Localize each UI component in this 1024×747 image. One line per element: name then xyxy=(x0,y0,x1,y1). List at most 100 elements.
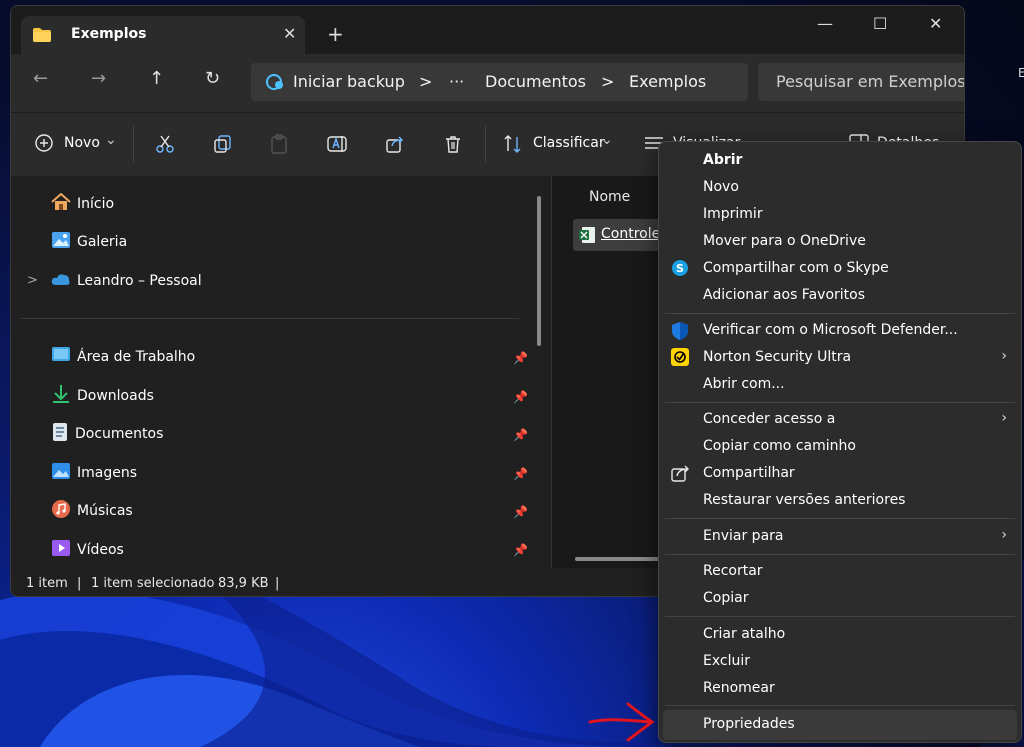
status-divider: | xyxy=(77,576,82,591)
menu-separator xyxy=(665,313,1015,314)
new-chevron-icon[interactable]: ⌄ xyxy=(105,132,117,148)
submenu-chevron-icon: › xyxy=(1001,348,1007,364)
sidebar-item-label: Galeria xyxy=(77,234,128,250)
pin-icon[interactable]: 📌 xyxy=(513,467,528,481)
menu-item-label: Copiar xyxy=(703,590,749,606)
toolbar-divider xyxy=(133,126,134,162)
menu-item-compartilhar[interactable]: Compartilhar xyxy=(659,461,1021,487)
menu-item-defender[interactable]: Verificar com o Microsoft Defender... xyxy=(659,318,1021,344)
breadcrumb-exemplos[interactable]: Exemplos xyxy=(629,72,706,91)
menu-item-mover-onedrive[interactable]: Mover para o OneDrive xyxy=(659,229,1021,255)
cut-icon[interactable] xyxy=(155,134,175,158)
breadcrumb-documentos[interactable]: Documentos xyxy=(485,72,586,91)
sort-chevron-icon[interactable]: ⌄ xyxy=(601,132,613,148)
menu-item-propriedades[interactable]: Propriedades xyxy=(663,710,1017,740)
sort-button[interactable]: Classificar xyxy=(533,135,605,151)
maximize-button[interactable]: ☐ xyxy=(873,14,887,33)
menu-item-novo[interactable]: Novo xyxy=(659,175,1021,201)
menu-item-label: Norton Security Ultra xyxy=(703,349,852,365)
menu-item-compartilhar-skype[interactable]: S Compartilhar com o Skype xyxy=(659,256,1021,282)
download-icon xyxy=(51,384,71,408)
tab-exemplos[interactable]: Exemplos ✕ xyxy=(21,16,305,54)
pin-icon[interactable]: 📌 xyxy=(513,390,528,404)
menu-item-conceder-acesso[interactable]: Conceder acesso a › xyxy=(659,407,1021,433)
tab-title: Exemplos xyxy=(71,26,147,42)
back-button[interactable]: ← xyxy=(33,68,48,89)
backup-link[interactable]: Iniciar backup xyxy=(293,72,405,91)
sidebar-item-inicio[interactable]: Início xyxy=(51,192,114,216)
sidebar-item-musicas[interactable]: Músicas xyxy=(51,499,133,523)
selection-size: 83,9 KB xyxy=(218,576,269,591)
search-placeholder: Pesquisar em Exemplos xyxy=(776,72,965,91)
menu-separator xyxy=(665,554,1015,555)
search-input[interactable]: Pesquisar em Exemplos xyxy=(758,63,965,101)
close-window-button[interactable]: ✕ xyxy=(929,14,942,33)
item-count: 1 item xyxy=(26,576,68,591)
pin-icon[interactable]: 📌 xyxy=(513,428,528,442)
add-circle-icon[interactable] xyxy=(35,134,53,156)
menu-item-enviar-para[interactable]: Enviar para › xyxy=(659,524,1021,550)
refresh-button[interactable]: ↻ xyxy=(205,68,220,89)
menu-item-excluir[interactable]: Excluir xyxy=(659,649,1021,675)
menu-item-imprimir[interactable]: Imprimir xyxy=(659,202,1021,228)
pin-icon[interactable]: 📌 xyxy=(513,543,528,557)
column-header-name[interactable]: Nome xyxy=(589,189,630,205)
new-button[interactable]: Novo xyxy=(64,135,100,151)
menu-item-label: Enviar para xyxy=(703,528,784,544)
rename-icon[interactable] xyxy=(327,134,347,158)
home-icon xyxy=(51,192,71,215)
sidebar-item-documentos[interactable]: Documentos xyxy=(51,422,163,446)
menu-separator xyxy=(665,402,1015,403)
sidebar-scrollbar[interactable] xyxy=(537,196,541,346)
sidebar-item-label: Músicas xyxy=(77,503,133,519)
minimize-button[interactable]: — xyxy=(817,14,833,33)
sort-icon[interactable] xyxy=(503,134,523,158)
desktop-edge-text: E xyxy=(1018,66,1024,80)
status-divider: | xyxy=(275,576,280,591)
sidebar-item-galeria[interactable]: Galeria xyxy=(51,230,127,254)
sidebar-item-label: Imagens xyxy=(77,465,138,481)
menu-item-abrir-com[interactable]: Abrir com... xyxy=(659,372,1021,398)
paste-icon[interactable] xyxy=(269,134,289,158)
breadcrumb-overflow[interactable]: ··· xyxy=(449,72,464,91)
menu-item-label: Compartilhar com o Skype xyxy=(703,260,889,276)
menu-item-label: Adicionar aos Favoritos xyxy=(703,287,865,303)
documents-icon xyxy=(51,422,69,446)
new-tab-button[interactable]: + xyxy=(327,22,344,46)
up-button[interactable]: ↑ xyxy=(149,68,164,89)
menu-item-criar-atalho[interactable]: Criar atalho xyxy=(659,622,1021,648)
menu-item-label: Mover para o OneDrive xyxy=(703,233,866,249)
menu-item-favoritos[interactable]: Adicionar aos Favoritos xyxy=(659,283,1021,309)
menu-item-label: Conceder acesso a xyxy=(703,411,836,427)
expand-chevron-icon[interactable]: > xyxy=(27,273,38,288)
tab-close-icon[interactable]: ✕ xyxy=(283,24,296,43)
menu-item-copiar-caminho[interactable]: Copiar como caminho xyxy=(659,434,1021,460)
file-name[interactable]: Controle- xyxy=(601,226,665,242)
menu-item-label: Verificar com o Microsoft Defender... xyxy=(703,322,958,338)
delete-icon[interactable] xyxy=(443,134,463,158)
pin-icon[interactable]: 📌 xyxy=(513,505,528,519)
breadcrumb[interactable]: Iniciar backup > ··· Documentos > Exempl… xyxy=(251,63,748,101)
menu-item-label: Abrir xyxy=(703,152,743,168)
sidebar-item-imagens[interactable]: Imagens xyxy=(51,461,137,485)
breadcrumb-separator: > xyxy=(419,72,433,91)
pin-icon[interactable]: 📌 xyxy=(513,351,528,365)
sidebar-divider xyxy=(21,318,519,319)
sidebar-item-desktop[interactable]: Área de Trabalho xyxy=(51,345,195,369)
sidebar-item-onedrive[interactable]: Leandro – Pessoal xyxy=(51,269,202,293)
menu-item-renomear[interactable]: Renomear xyxy=(659,676,1021,702)
breadcrumb-separator: > xyxy=(601,72,615,91)
sidebar-item-videos[interactable]: Vídeos xyxy=(51,538,124,562)
menu-item-norton[interactable]: Norton Security Ultra › xyxy=(659,345,1021,371)
share-icon[interactable] xyxy=(385,134,405,158)
share-icon xyxy=(671,464,691,486)
toolbar-divider xyxy=(485,126,486,162)
svg-text:S: S xyxy=(676,262,684,275)
menu-item-restaurar-versoes[interactable]: Restaurar versões anteriores xyxy=(659,488,1021,514)
forward-button[interactable]: → xyxy=(91,68,106,89)
menu-item-recortar[interactable]: Recortar xyxy=(659,559,1021,585)
menu-item-abrir[interactable]: Abrir xyxy=(659,148,1021,174)
menu-item-copiar[interactable]: Copiar xyxy=(659,586,1021,612)
sidebar-item-downloads[interactable]: Downloads xyxy=(51,384,154,408)
copy-icon[interactable] xyxy=(213,134,233,158)
